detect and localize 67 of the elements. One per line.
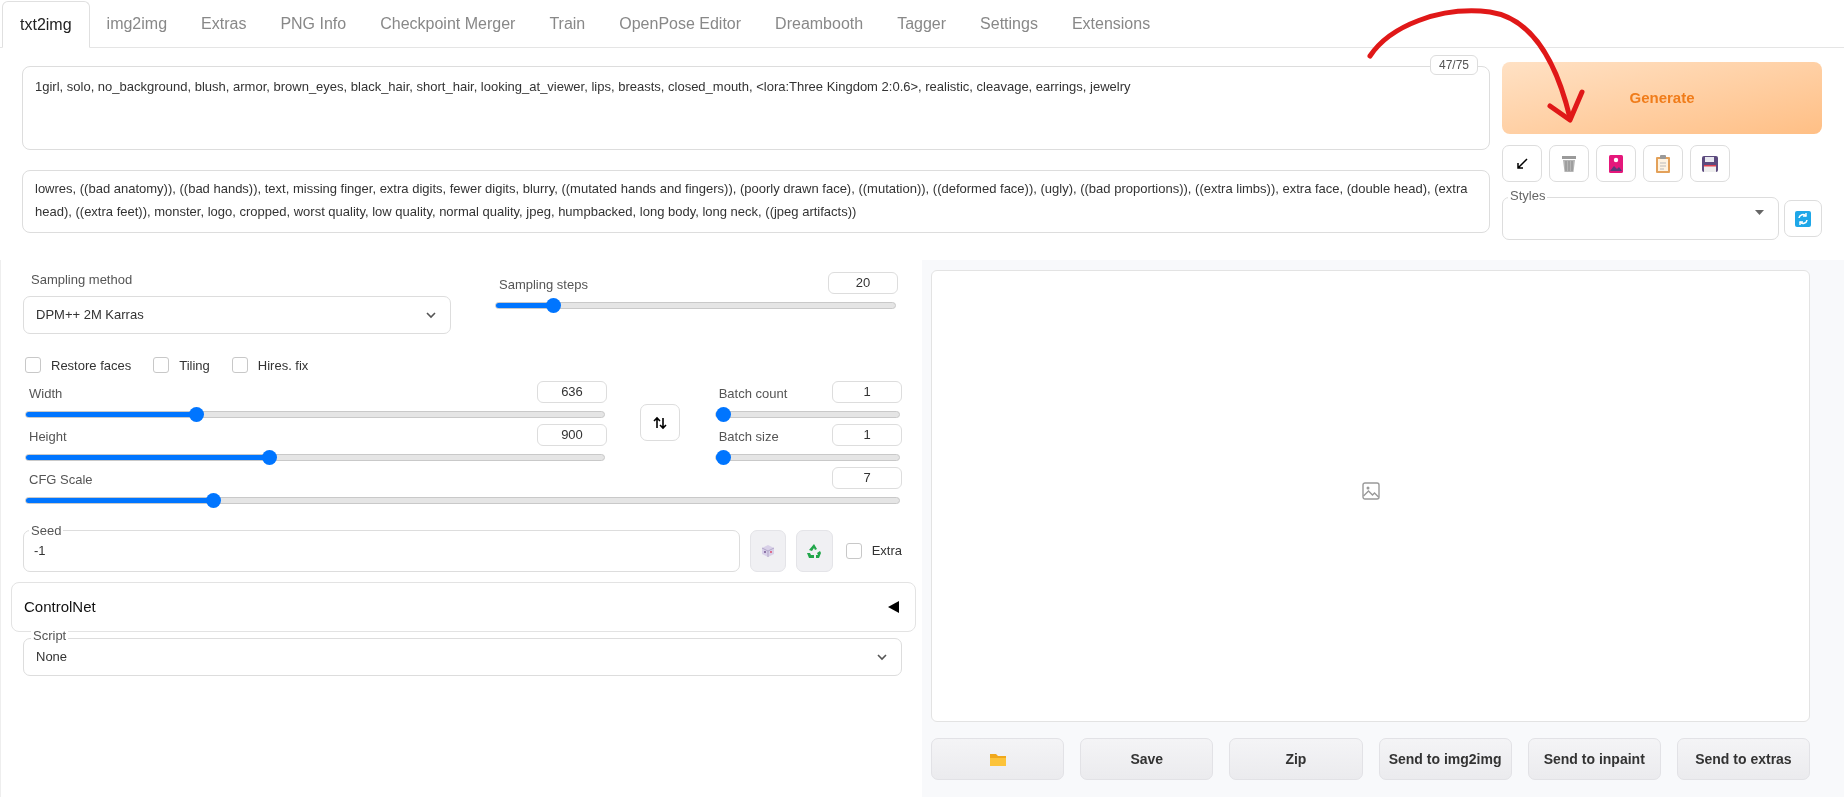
tab[interactable]: Train [532,1,603,47]
tab[interactable]: Extras [184,1,264,47]
number-field[interactable]: 7 [832,467,902,489]
folder-icon [989,752,1006,766]
checkbox-label: Hires. fix [257,356,309,375]
save-icon [1702,155,1718,172]
controlnet-title: ControlNet [24,596,96,617]
trash-icon [1561,154,1577,173]
caret-icon [1755,210,1764,215]
recycle-button[interactable] [796,530,833,572]
checkbox[interactable] [153,357,170,374]
output-button[interactable]: Save [1080,738,1214,780]
checkbox-label: Restore faces [51,356,132,375]
extra-label: Extra [871,542,902,561]
recycle-icon [805,543,824,559]
token-counter: 47/75 [1429,55,1478,75]
number-field[interactable]: 20 [828,272,898,294]
slider-label: Sampling steps [498,275,588,294]
picture-card-icon [1609,154,1623,173]
output-button[interactable]: Send to inpaint [1527,738,1661,780]
swap-arrows-icon [652,415,667,430]
slider-thumb[interactable] [188,407,204,422]
controlnet-panel[interactable]: ControlNet [11,582,916,632]
arrow-icon [1515,156,1529,171]
checkbox[interactable] [25,357,41,374]
number-field[interactable]: 1 [832,381,902,403]
tab[interactable]: OpenPose Editor [602,1,759,47]
slider-thumb[interactable] [545,298,561,313]
tab[interactable]: Settings [963,1,1055,47]
slider-thumb[interactable] [715,407,731,422]
tab[interactable]: Dreambooth [758,1,881,47]
checkbox[interactable] [231,357,248,374]
dice-icon [760,544,775,558]
checkbox-label: Tiling [179,356,210,375]
slider-label: Batch count [717,384,788,403]
number-field[interactable]: 636 [537,381,607,403]
output-button[interactable]: Zip [1229,738,1363,780]
checkbox[interactable] [845,543,862,559]
tab[interactable]: Extensions [1054,1,1168,47]
slider-thumb[interactable] [715,450,731,465]
tab[interactable]: Tagger [880,1,964,47]
slider-thumb[interactable] [205,493,221,508]
number-field[interactable]: 900 [537,424,607,446]
slider-thumb[interactable] [262,450,278,465]
tool-button[interactable] [1690,145,1730,182]
tab[interactable]: img2img [89,1,185,47]
refresh-icon [1795,210,1811,227]
slider-label: CFG Scale [28,470,93,489]
dice-button[interactable] [749,530,787,572]
image-icon [1361,482,1380,500]
sampling-method-label: Sampling method [30,271,134,289]
output-button[interactable]: Send to extras [1676,738,1810,780]
tab[interactable]: PNG Info [263,1,364,47]
slider-label: Width [28,384,63,403]
output-button[interactable]: Send to img2img [1378,738,1512,780]
tool-button[interactable] [1502,145,1542,182]
number-field[interactable]: 1 [832,424,902,446]
clipboard-icon [1656,154,1670,173]
swap-button[interactable] [639,404,680,441]
refresh-button[interactable] [1784,200,1822,237]
tool-button[interactable] [1596,145,1636,182]
slider-label: Height [28,427,67,446]
negative-prompt-field[interactable]: lowres, ((bad anatomy)), ((bad hands)), text, missing finger, extra digits, fewer digits, blurry, ((mutated hands and fingers)), (poorly drawn face), ((mutation)), ((deformed face)), (ugly), ((bad proportions)), ((extra limbs)), extra face, (double head), (extra head), ((extra feet)), monster, logo, cropped, worst quality, low quality, normal quality, jpeg, humpbacked, long body, long neck, ((jpeg artifacts)) [22,170,1490,233]
sampling-method-dropdown[interactable]: DPM++ 2M Karras [23,295,451,334]
tab[interactable]: txt2img [2,1,90,48]
slider-label: Batch size [717,427,779,446]
tab[interactable]: Checkpoint Merger [363,1,533,47]
